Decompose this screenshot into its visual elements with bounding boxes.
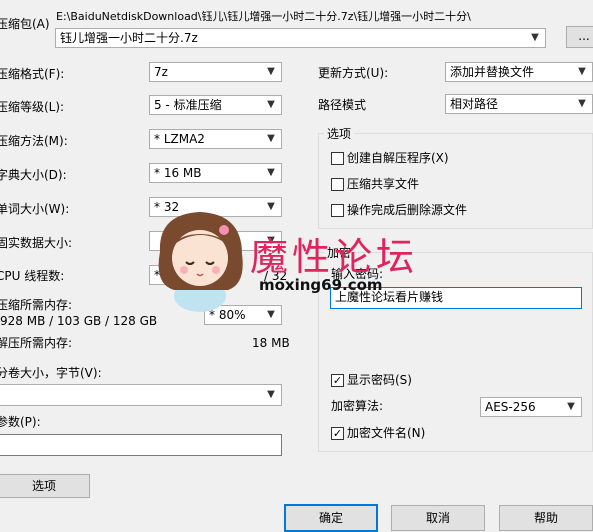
format-combo[interactable]: 7z ▼ <box>149 62 282 82</box>
encryption-method-combo[interactable]: AES-256 ▼ <box>480 397 582 417</box>
solid-block-label: 固实数据大小: <box>0 236 73 250</box>
ok-button[interactable]: 确定 <box>284 504 378 532</box>
chevron-down-icon[interactable]: ▼ <box>528 30 542 46</box>
delete-source-label: 操作完成后删除源文件 <box>347 203 468 217</box>
delete-source-checkbox[interactable] <box>331 204 344 217</box>
update-mode-value: 添加并替换文件 <box>450 65 535 79</box>
parameters-label: 参数(P): <box>0 415 41 429</box>
chevron-down-icon: ▼ <box>567 401 575 412</box>
path-mode-label: 路径模式 <box>318 98 367 112</box>
volume-size-label: 分卷大小，字节(V): <box>0 366 102 380</box>
dictionary-combo[interactable]: * 16 MB ▼ <box>149 163 282 183</box>
options-button[interactable]: 选项 <box>0 474 90 498</box>
memory-compress-label: 压缩所需内存: <box>0 298 73 312</box>
encryption-method-value: AES-256 <box>485 400 536 414</box>
cancel-button[interactable]: 取消 <box>391 505 485 531</box>
chevron-down-icon: ▼ <box>578 66 586 77</box>
archive-path: E:\BaiduNetdiskDownload\钰儿\钰儿增强一小时二十分.7z… <box>56 10 471 23</box>
path-mode-value: 相对路径 <box>450 97 499 111</box>
memory-decompress-label: 解压所需内存: <box>0 336 73 350</box>
path-mode-combo[interactable]: 相对路径 ▼ <box>445 94 593 114</box>
shared-files-checkbox[interactable] <box>331 178 344 191</box>
sfx-checkbox[interactable] <box>331 152 344 165</box>
archive-name-combo[interactable]: 钰儿增强一小时二十分.7z ▼ <box>55 28 546 48</box>
chevron-down-icon: ▼ <box>267 66 275 77</box>
method-label: 压缩方法(M): <box>0 134 68 148</box>
show-password-checkbox[interactable]: ✓ <box>331 374 344 387</box>
chevron-down-icon: ▼ <box>267 389 275 400</box>
format-value: 7z <box>154 65 168 79</box>
show-password-label: 显示密码(S) <box>347 373 412 387</box>
dictionary-label: 字典大小(D): <box>0 168 67 182</box>
update-mode-combo[interactable]: 添加并替换文件 ▼ <box>445 62 593 82</box>
method-combo[interactable]: * LZMA2 ▼ <box>149 129 282 149</box>
browse-button[interactable]: ... <box>566 26 593 48</box>
word-size-label: 单词大小(W): <box>0 202 70 216</box>
dictionary-value: * 16 MB <box>154 166 202 180</box>
chevron-down-icon: ▼ <box>267 133 275 144</box>
chevron-down-icon: ▼ <box>267 167 275 178</box>
encrypt-names-checkbox[interactable]: ✓ <box>331 427 344 440</box>
memory-compress-value: 928 MB / 103 GB / 128 GB <box>0 314 158 328</box>
chevron-down-icon: ▼ <box>267 309 275 320</box>
encrypt-names-label: 加密文件名(N) <box>347 426 426 440</box>
update-mode-label: 更新方式(U): <box>318 66 389 80</box>
volume-size-combo[interactable]: ▼ <box>0 384 282 406</box>
chevron-down-icon: ▼ <box>267 99 275 110</box>
cpu-threads-label: CPU 线程数: <box>0 269 65 283</box>
watermark-brand: 魔性论坛 <box>250 235 419 279</box>
mascot-image <box>158 212 243 312</box>
help-button[interactable]: 帮助 <box>499 505 593 531</box>
level-label: 压缩等级(L): <box>0 100 65 114</box>
options-group-title: 选项 <box>324 127 355 141</box>
level-value: 5 - 标准压缩 <box>154 98 222 112</box>
checkmark-icon: ✓ <box>332 427 343 440</box>
archive-name-value: 钰儿增强一小时二十分.7z <box>60 31 198 45</box>
shared-files-label: 压缩共享文件 <box>347 177 420 191</box>
method-value: * LZMA2 <box>154 132 205 146</box>
chevron-down-icon: ▼ <box>267 201 275 212</box>
sfx-label: 创建自解压程序(X) <box>347 151 449 165</box>
format-label: 压缩格式(F): <box>0 67 65 81</box>
archive-label: 压缩包(A) <box>0 17 50 31</box>
chevron-down-icon: ▼ <box>578 98 586 109</box>
watermark-site: moxing69.com <box>259 276 383 294</box>
encryption-method-label: 加密算法: <box>331 399 384 413</box>
level-combo[interactable]: 5 - 标准压缩 ▼ <box>149 95 282 115</box>
parameters-input[interactable] <box>0 434 282 456</box>
checkmark-icon: ✓ <box>332 374 343 387</box>
memory-decompress-value: 18 MB <box>252 336 290 350</box>
